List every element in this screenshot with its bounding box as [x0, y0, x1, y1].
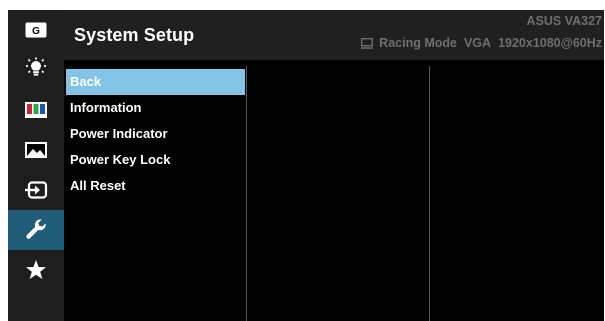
menu-item-back[interactable]: Back — [66, 69, 245, 95]
rail-item-image[interactable] — [8, 130, 64, 170]
rail-item-input-select[interactable] — [8, 170, 64, 210]
input-select-icon — [25, 181, 48, 199]
monitor-icon — [361, 37, 374, 49]
rail-item-system-setup[interactable] — [8, 210, 64, 250]
resolution-label: 1920x1080@60Hz — [498, 36, 602, 50]
menu-item-power-key-lock[interactable]: Power Key Lock — [66, 147, 245, 173]
menu-panel: Back Information Power Indicator Power K… — [64, 60, 604, 321]
brightness-icon — [26, 57, 46, 76]
rail-item-gameplus[interactable]: G — [8, 10, 64, 50]
rail-item-color[interactable] — [8, 90, 64, 130]
input-label: VGA — [463, 36, 492, 50]
status-line: Racing Mode VGA 1920x1080@60Hz — [361, 36, 602, 50]
page-title: System Setup — [74, 25, 195, 45]
rail-item-brightness[interactable] — [8, 50, 64, 90]
menu-item-information[interactable]: Information — [66, 95, 245, 121]
mode-label: Racing Mode — [379, 36, 457, 50]
osd-header: System Setup ASUS VA327 Racing Mode VGA … — [64, 10, 604, 60]
menu-item-all-reset[interactable]: All Reset — [66, 173, 245, 199]
column-divider-1 — [246, 66, 247, 321]
column-divider-2 — [429, 66, 430, 321]
color-icon — [25, 102, 47, 118]
rail-item-shortcut[interactable] — [8, 250, 64, 290]
icon-rail: G — [8, 10, 64, 321]
menu-item-power-indicator[interactable]: Power Indicator — [66, 121, 245, 147]
gameplus-icon: G — [25, 22, 47, 38]
shortcut-star-icon — [26, 260, 46, 279]
image-icon — [25, 142, 47, 158]
model-name: ASUS VA327 — [526, 14, 603, 28]
osd-menu: G System Setup ASUS VA327 Racing Mode VG… — [8, 10, 604, 321]
system-setup-wrench-icon — [26, 219, 46, 239]
gameplus-icon-label: G — [32, 26, 40, 37]
